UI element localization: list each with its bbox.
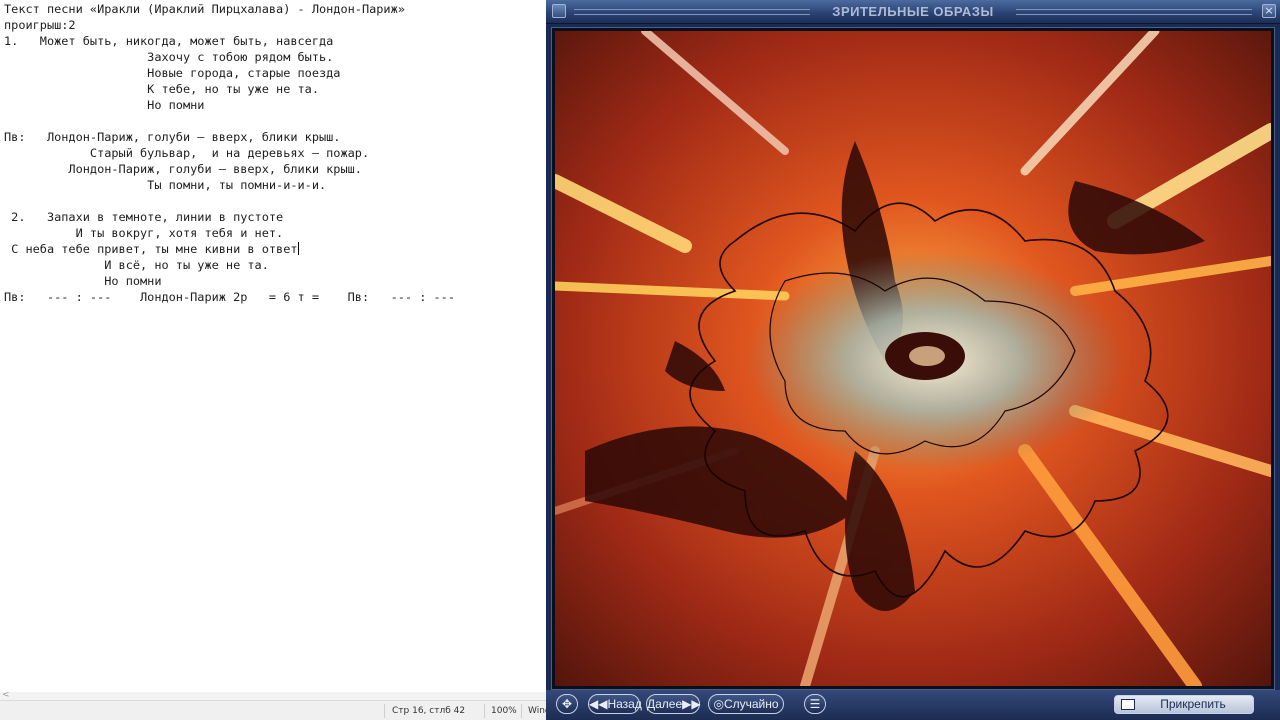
- editor-line: Лондон-Париж, голуби – вверх, блики крыш…: [4, 162, 362, 176]
- move-icon[interactable]: ✥: [556, 694, 578, 714]
- attach-button-label: Прикрепить: [1160, 697, 1226, 711]
- back-button-label: Назад: [607, 697, 642, 711]
- editor-line: 1. Может быть, никогда, может быть, навс…: [4, 34, 334, 48]
- player-control-bar: ✥ ◀◀Назад Далее▶▶ ◎Случайно ☰ Прикрепить: [546, 690, 1280, 720]
- settings-icon[interactable]: ☰: [804, 694, 826, 714]
- scroll-left-icon[interactable]: <: [2, 690, 10, 700]
- forward-icon: ▶▶: [682, 697, 701, 711]
- player-title-bar[interactable]: ЗРИТЕЛЬНЫЕ ОБРАЗЫ ×: [546, 0, 1280, 24]
- editor-line: И ты вокруг, хотя тебя и нет.: [4, 226, 284, 240]
- editor-line: проигрыш:2: [4, 18, 76, 32]
- editor-line: Захочу с тобою рядом быть.: [4, 50, 334, 64]
- random-button-label: Случайно: [723, 697, 779, 711]
- editor-line: Ты помни, ты помни-и-и-и.: [4, 178, 327, 192]
- notepad-editor[interactable]: Текст песни «Иракли (Ираклий Пирцхалава)…: [0, 0, 547, 692]
- editor-line: К тебе, но ты уже не та.: [4, 82, 319, 96]
- cursor-position: Стр 16, стлб 42: [392, 706, 466, 716]
- editor-line: С неба тебе привет, ты мне кивни в ответ: [4, 242, 299, 256]
- editor-line: Текст песни «Иракли (Ираклий Пирцхалава)…: [4, 2, 405, 16]
- status-separator: [521, 704, 522, 718]
- visualization-image: [555, 31, 1271, 686]
- back-button[interactable]: ◀◀Назад: [588, 694, 642, 714]
- editor-line: Пв: Лондон-Париж, голуби – вверх, блики …: [4, 130, 341, 144]
- random-button[interactable]: ◎Случайно: [708, 694, 784, 714]
- editor-line: Пв: --- : --- Лондон-Париж 2р = 6 т = Пв…: [4, 290, 456, 304]
- text-caret: [297, 242, 299, 255]
- status-separator: [384, 704, 385, 718]
- status-bar: Стр 16, стлб 42 100% Wind: [0, 700, 551, 720]
- title-grip-right: [1016, 9, 1252, 15]
- status-separator: [484, 704, 485, 718]
- editor-line: 2. Запахи в темноте, линии в пустоте: [4, 210, 284, 224]
- next-button[interactable]: Далее▶▶: [646, 694, 701, 714]
- zoom-level: 100%: [491, 706, 517, 716]
- rewind-icon: ◀◀: [589, 697, 608, 711]
- editor-text-area[interactable]: Текст песни «Иракли (Ираклий Пирцхалава)…: [4, 1, 455, 305]
- editor-line: Старый бульвар, и на деревьях – пожар.: [4, 146, 370, 160]
- attach-button[interactable]: Прикрепить: [1114, 695, 1254, 714]
- next-button-label: Далее: [647, 697, 683, 711]
- horizontal-scrollbar[interactable]: <: [0, 690, 547, 700]
- editor-line: Но помни: [4, 274, 162, 288]
- visualization-canvas: [555, 31, 1271, 686]
- visualization-frame: [551, 27, 1275, 690]
- editor-line: И всё, но ты уже не та.: [4, 258, 269, 272]
- editor-line: Но помни: [4, 98, 205, 112]
- editor-line: Новые города, старые поезда: [4, 66, 341, 80]
- random-icon: ◎: [713, 697, 724, 711]
- media-player-window[interactable]: ЗРИТЕЛЬНЫЕ ОБРАЗЫ × ✥ ◀◀Назад Далее▶▶ ◎С…: [546, 0, 1280, 720]
- close-icon[interactable]: ×: [1262, 4, 1276, 18]
